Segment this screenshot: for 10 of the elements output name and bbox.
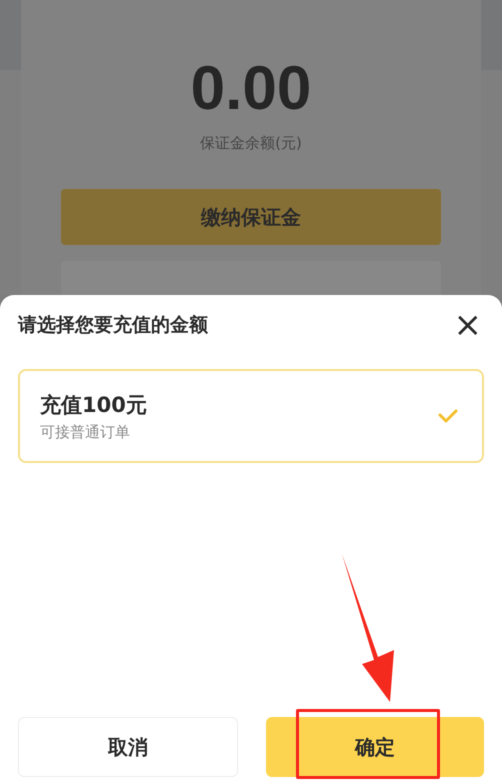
sheet-title: 请选择您要充值的金额 xyxy=(18,313,208,338)
close-button[interactable]: × xyxy=(452,311,484,339)
option-subtitle: 可接普通订单 xyxy=(40,422,131,442)
confirm-button[interactable]: 确定 xyxy=(266,717,484,777)
check-icon xyxy=(438,409,458,423)
amount-option[interactable]: 充值100元 可接普通订单 xyxy=(18,369,484,463)
option-title: 充值100元 xyxy=(40,392,147,418)
balance-label: 保证金余额(元) xyxy=(200,134,302,153)
cancel-button[interactable]: 取消 xyxy=(18,717,238,777)
balance-amount: 0.00 xyxy=(190,58,312,120)
